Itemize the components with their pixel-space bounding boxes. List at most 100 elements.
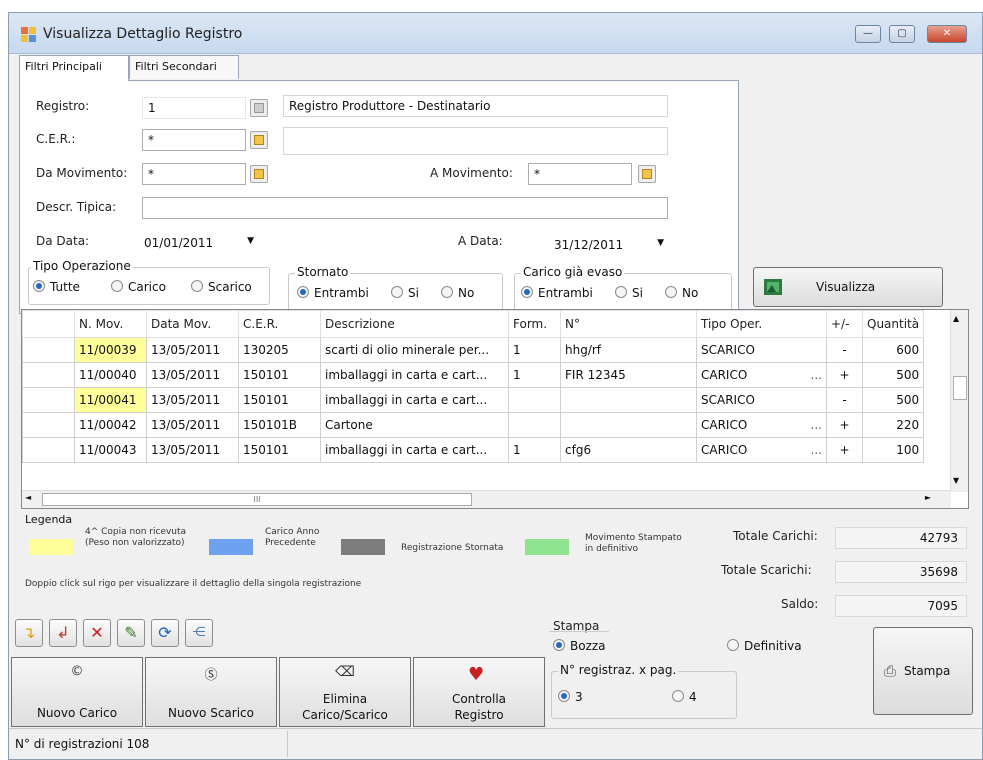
cell-nmov: 11/00042 bbox=[74, 412, 147, 438]
cell-tipo-oper: CARICO... bbox=[696, 412, 827, 438]
refresh-icon[interactable]: ⟳ bbox=[151, 619, 179, 647]
cell-descrizione: imballaggi in carta e cart... bbox=[320, 437, 509, 463]
close-button[interactable]: ✕ bbox=[927, 25, 967, 43]
table-row[interactable]: 11/00040 13/05/2011 150101 imballaggi in ca… bbox=[22, 362, 925, 388]
radio-scarico[interactable]: Scarico bbox=[191, 280, 252, 294]
edit-icon[interactable]: ✎ bbox=[117, 619, 145, 647]
tab-filtri-secondari[interactable]: Filtri Secondari bbox=[129, 55, 239, 79]
header-numero[interactable]: N° bbox=[560, 310, 697, 338]
visualizza-button[interactable]: Visualizza bbox=[753, 267, 943, 307]
header-form[interactable]: Form. bbox=[508, 310, 561, 338]
radio-evaso-entrambi[interactable]: Entrambi bbox=[521, 286, 593, 300]
header-segno[interactable]: +/- bbox=[826, 310, 863, 338]
descr-tipica-field[interactable] bbox=[142, 197, 668, 219]
tipo-dots[interactable]: ... bbox=[811, 443, 822, 457]
cell-segno: + bbox=[826, 362, 863, 388]
table-row[interactable]: 11/00041 13/05/2011 150101 imballaggi in ca… bbox=[22, 387, 925, 413]
radio-unchecked-icon bbox=[391, 286, 403, 298]
legend-text-1a: 4^ Copia non ricevuta bbox=[85, 527, 187, 537]
cell-descrizione: Cartone bbox=[320, 412, 509, 438]
picture-icon bbox=[764, 279, 782, 295]
da-movimento-field[interactable]: * bbox=[142, 163, 246, 185]
visualizza-label: Visualizza bbox=[816, 280, 876, 294]
da-movimento-lookup-icon[interactable] bbox=[250, 165, 268, 183]
vertical-scrollbar[interactable]: ▲ ▼ bbox=[950, 310, 968, 492]
radio-tutte[interactable]: Tutte bbox=[33, 280, 80, 294]
tipo-dots[interactable]: ... bbox=[811, 418, 822, 432]
cer-lookup-icon[interactable] bbox=[250, 131, 268, 149]
da-data-picker[interactable]: 01/01/2011 ▼ bbox=[144, 236, 254, 250]
row-selector[interactable] bbox=[22, 362, 75, 388]
cell-descrizione: imballaggi in carta e cart... bbox=[320, 387, 509, 413]
header-descrizione[interactable]: Descrizione bbox=[320, 310, 509, 338]
cell-descrizione: imballaggi in carta e cart... bbox=[320, 362, 509, 388]
radio-stornato-si[interactable]: Si bbox=[391, 286, 419, 300]
maximize-button[interactable]: ▢ bbox=[889, 25, 915, 43]
horizontal-scrollbar[interactable]: ◄ III ► bbox=[22, 490, 951, 508]
row-selector[interactable] bbox=[22, 337, 75, 363]
cell-form: 1 bbox=[508, 437, 561, 463]
controlla-registro-button[interactable]: ♥ Controlla Registro bbox=[413, 657, 545, 727]
registro-lookup-icon[interactable] bbox=[250, 99, 268, 117]
cell-segno: + bbox=[826, 437, 863, 463]
table-row[interactable]: 11/00042 13/05/2011 150101B Cartone CARICO..… bbox=[22, 412, 925, 438]
registrations-grid[interactable]: N. Mov. Data Mov. C.E.R. Descrizione For… bbox=[21, 309, 969, 509]
row-selector[interactable] bbox=[22, 387, 75, 413]
scroll-left-icon[interactable]: ◄ bbox=[25, 493, 31, 502]
cell-segno: - bbox=[826, 387, 863, 413]
radio-stornato-entrambi[interactable]: Entrambi bbox=[297, 286, 369, 300]
totale-scarichi-label: Totale Scarichi: bbox=[721, 563, 812, 577]
cell-tipo-oper: SCARICO bbox=[696, 337, 827, 363]
delete-icon[interactable]: ✕ bbox=[83, 619, 111, 647]
radio-stornato-entrambi-label: Entrambi bbox=[314, 286, 369, 300]
row-selector[interactable] bbox=[22, 412, 75, 438]
a-movimento-field[interactable]: * bbox=[528, 163, 632, 185]
tipo-text: CARICO bbox=[701, 443, 748, 457]
radio-bozza[interactable]: Bozza bbox=[553, 639, 606, 653]
registro-field[interactable]: 1 bbox=[142, 97, 246, 119]
radio-nreg-3[interactable]: 3 bbox=[558, 690, 583, 704]
cell-quantita: 500 bbox=[861, 387, 925, 413]
radio-evaso-no[interactable]: No bbox=[665, 286, 698, 300]
scroll-right-icon[interactable]: ► bbox=[925, 493, 931, 502]
stampa-button[interactable]: ⎙ Stampa bbox=[873, 627, 973, 715]
tab-filtri-principali[interactable]: Filtri Principali bbox=[19, 55, 129, 81]
horizontal-scroll-thumb[interactable]: III bbox=[42, 493, 472, 506]
controlla-label-1: Controlla bbox=[451, 692, 507, 706]
nuovo-scarico-button[interactable]: Ⓢ Nuovo Scarico bbox=[145, 657, 277, 727]
da-data-value: 01/01/2011 bbox=[144, 236, 214, 250]
vertical-scroll-thumb[interactable] bbox=[953, 376, 967, 400]
scroll-down-icon[interactable]: ▼ bbox=[953, 476, 959, 485]
header-tipo-oper[interactable]: Tipo Oper. bbox=[696, 310, 827, 338]
radio-evaso-entrambi-label: Entrambi bbox=[538, 286, 593, 300]
nuovo-carico-button[interactable]: © Nuovo Carico bbox=[11, 657, 143, 727]
header-cer[interactable]: C.E.R. bbox=[238, 310, 321, 338]
elimina-button[interactable]: ⌫ Elimina Carico/Scarico bbox=[279, 657, 411, 727]
radio-evaso-si[interactable]: Si bbox=[615, 286, 643, 300]
radio-stornato-no[interactable]: No bbox=[441, 286, 474, 300]
header-quantita[interactable]: Quantità bbox=[861, 310, 925, 338]
add-row-icon[interactable]: ↴ bbox=[15, 619, 43, 647]
radio-carico[interactable]: Carico bbox=[111, 280, 166, 294]
minimize-button[interactable]: — bbox=[855, 25, 881, 43]
radio-nreg-4[interactable]: 4 bbox=[672, 690, 697, 704]
cer-field[interactable]: * bbox=[142, 129, 246, 151]
tipo-dots[interactable]: ... bbox=[811, 368, 822, 382]
radio-definitiva[interactable]: Definitiva bbox=[727, 639, 802, 653]
row-selector[interactable] bbox=[22, 437, 75, 463]
tree-icon[interactable]: ⋲ bbox=[185, 619, 213, 647]
grid-table: N. Mov. Data Mov. C.E.R. Descrizione For… bbox=[22, 310, 925, 463]
saldo-value: 7095 bbox=[835, 595, 967, 617]
a-data-picker[interactable]: 31/12/2011 ▼ bbox=[554, 238, 664, 252]
table-row[interactable]: 11/00039 13/05/2011 130205 scarti di olio m… bbox=[22, 337, 925, 363]
carico-evaso-group: Carico già evaso Entrambi Si No bbox=[514, 265, 732, 311]
cell-tipo-oper: CARICO... bbox=[696, 437, 827, 463]
header-nmov[interactable]: N. Mov. bbox=[74, 310, 147, 338]
a-movimento-lookup-icon[interactable] bbox=[638, 165, 656, 183]
table-row[interactable]: 11/00043 13/05/2011 150101 imballaggi in ca… bbox=[22, 437, 925, 463]
radio-unchecked-icon bbox=[672, 690, 684, 702]
nuovo-carico-label: Nuovo Carico bbox=[36, 706, 118, 720]
header-data[interactable]: Data Mov. bbox=[146, 310, 239, 338]
undo-row-icon[interactable]: ↲ bbox=[49, 619, 77, 647]
scroll-up-icon[interactable]: ▲ bbox=[953, 314, 959, 323]
